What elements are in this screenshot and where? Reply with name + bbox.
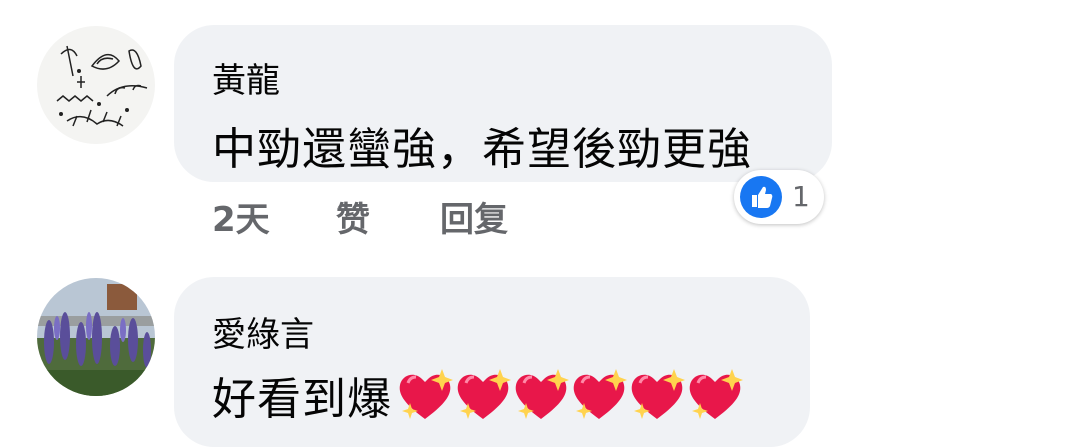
comment-text: 中勁還蠻強，希望後勁更強	[212, 124, 752, 175]
comment-item: 黃龍 中勁還蠻強，希望後勁更強 1 2天 赞 回复	[0, 0, 1079, 260]
emoji-group	[396, 367, 744, 423]
comment-author[interactable]: 黃龍	[212, 53, 280, 102]
reaction-summary[interactable]: 1	[734, 170, 824, 224]
sparkling-heart-icon	[686, 367, 744, 423]
sparkling-heart-icon	[628, 367, 686, 423]
comment-item: 愛綠言 好看到爆	[0, 260, 1079, 447]
comment-text: 好看到爆	[212, 363, 744, 427]
sparkling-heart-icon	[454, 367, 512, 423]
comment-text-body: 好看到爆	[212, 374, 392, 425]
comment-bubble: 黃龍 中勁還蠻強，希望後勁更強	[174, 25, 832, 182]
thumbs-up-icon	[740, 176, 782, 218]
avatar[interactable]	[37, 278, 155, 396]
reaction-count: 1	[792, 180, 810, 213]
sparkling-heart-icon	[396, 367, 454, 423]
comment-author[interactable]: 愛綠言	[212, 307, 314, 356]
reply-button[interactable]: 回复	[440, 192, 508, 241]
comment-timestamp[interactable]: 2天	[212, 192, 270, 241]
like-button[interactable]: 赞	[336, 192, 370, 241]
sparkling-heart-icon	[570, 367, 628, 423]
comment-bubble: 愛綠言 好看到爆	[174, 277, 810, 447]
sparkling-heart-icon	[512, 367, 570, 423]
avatar[interactable]	[37, 26, 155, 144]
